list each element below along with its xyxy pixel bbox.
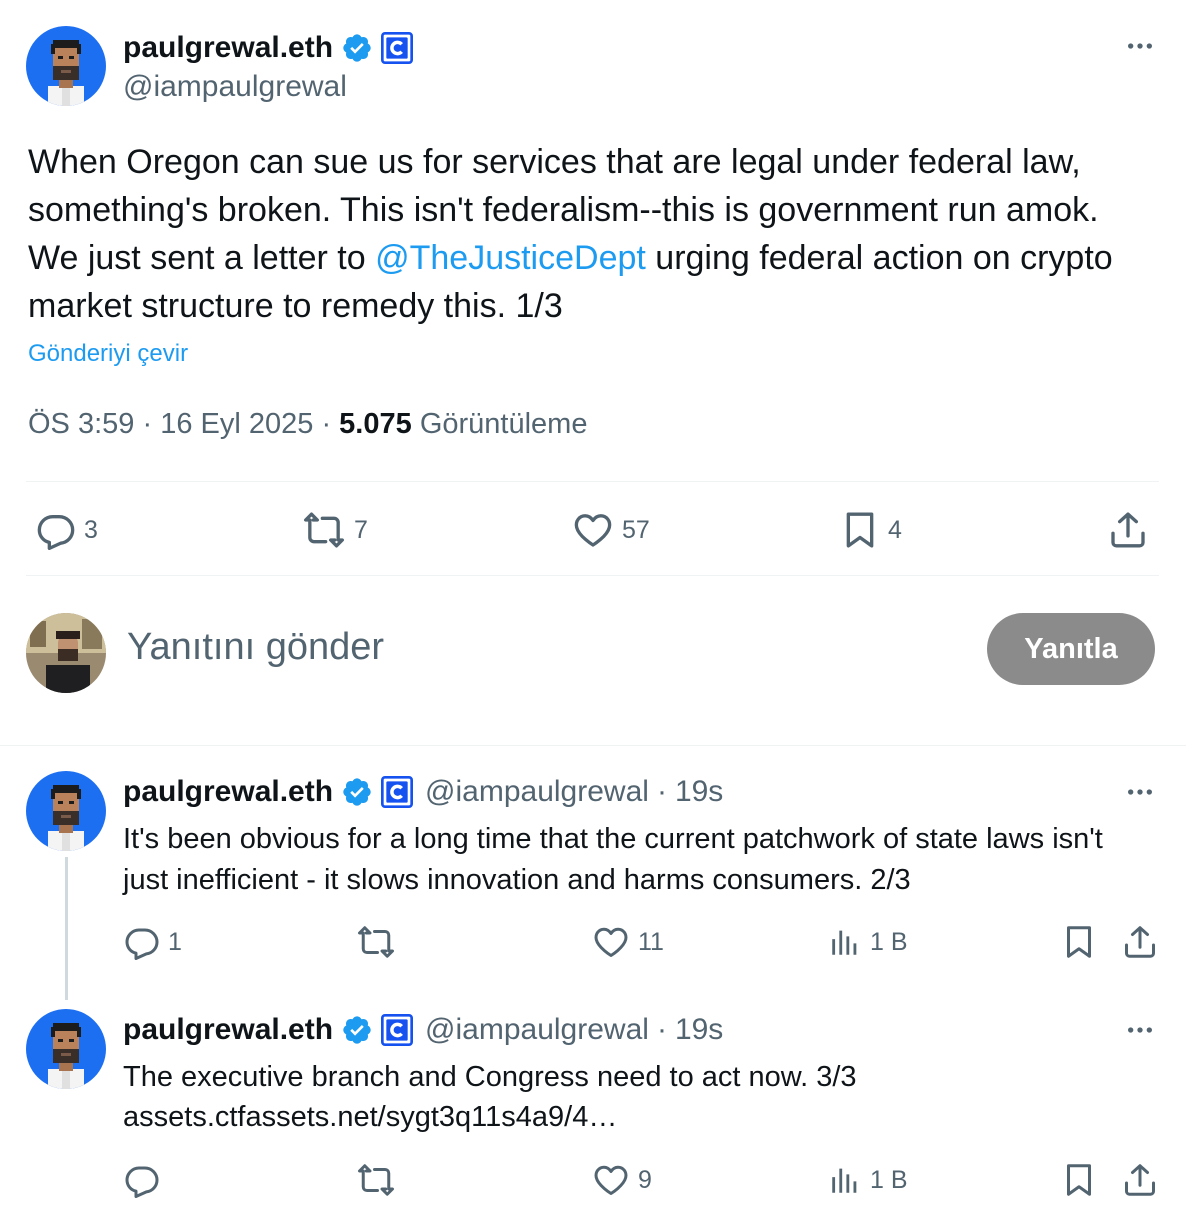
repost-icon (302, 510, 346, 550)
more-icon[interactable] (1124, 30, 1156, 67)
author-name[interactable]: paulgrewal.eth (123, 1013, 333, 1047)
external-link[interactable]: assets.ctfassets.net/sygt3q11s4a9/4… (123, 1097, 617, 1138)
views-icon (828, 1162, 862, 1198)
like-count: 57 (622, 515, 650, 544)
reply-submit-button[interactable]: Yanıtla (987, 613, 1155, 685)
divider (26, 481, 1159, 482)
author-name[interactable]: paulgrewal.eth (123, 31, 333, 65)
thread-connector-line (65, 857, 68, 1000)
repost-button[interactable]: 7 (302, 510, 368, 550)
coinbase-badge-icon[interactable] (381, 776, 413, 808)
meta-separator: · (321, 408, 332, 440)
tweet-meta: ÖS 3:59 · 16 Eyl 2025 · 5.075 Görüntülem… (28, 408, 587, 441)
author-avatar[interactable] (26, 1009, 106, 1089)
verified-badge-icon[interactable] (341, 776, 373, 808)
reply-icon (36, 510, 76, 550)
more-icon[interactable] (1124, 1014, 1156, 1051)
views-count: 1 B (870, 1165, 908, 1194)
author-name[interactable]: paulgrewal.eth (123, 775, 333, 809)
like-icon (592, 924, 630, 960)
reply-text: The executive branch and Congress need t… (123, 1061, 857, 1093)
reply-button[interactable]: 1 (124, 924, 182, 960)
verified-badge-icon[interactable] (341, 1014, 373, 1046)
handle-dot: · (656, 775, 667, 808)
meta-separator: · (142, 408, 153, 440)
reply-icon (124, 1162, 160, 1198)
bookmark-count: 4 (888, 515, 902, 544)
author-handle[interactable]: @iampaulgrewal (425, 1013, 649, 1047)
author-name-row: paulgrewal.eth (123, 28, 413, 68)
views-label: Görüntüleme (419, 408, 588, 440)
like-icon (572, 510, 614, 550)
translate-link[interactable]: Gönderiyi çevir (28, 340, 188, 368)
reply-input[interactable]: Yanıtını gönder (127, 626, 384, 669)
author-handle[interactable]: @iampaulgrewal (425, 775, 649, 809)
bookmark-icon (1061, 924, 1097, 960)
verified-badge-icon[interactable] (341, 32, 373, 64)
reply-text: It's been obvious for a long time that t… (123, 823, 1103, 896)
share-icon (1108, 510, 1148, 550)
bookmark-button[interactable] (1061, 924, 1097, 960)
repost-icon (356, 924, 396, 960)
author-name-row: paulgrewal.eth @iampaulgrewal · 19s (123, 772, 723, 812)
share-icon (1122, 924, 1158, 960)
like-button[interactable]: 9 (592, 1162, 652, 1198)
like-count: 11 (638, 927, 664, 956)
reply-button[interactable] (124, 1162, 168, 1198)
views-button[interactable]: 1 B (828, 1162, 908, 1198)
views-button[interactable]: 1 B (828, 924, 908, 960)
reply-time[interactable]: 19s (675, 1013, 723, 1047)
avatar-image (26, 1009, 106, 1089)
like-button[interactable]: 11 (592, 924, 664, 960)
tweet-text: When Oregon can sue us for services that… (28, 138, 1158, 330)
repost-button[interactable] (356, 924, 404, 960)
views-icon (828, 924, 862, 960)
author-handle[interactable]: @iampaulgrewal (123, 70, 347, 104)
bookmark-button[interactable] (1061, 1162, 1097, 1198)
views-count: 1 B (870, 927, 908, 956)
repost-icon (356, 1162, 396, 1198)
author-name-row: paulgrewal.eth @iampaulgrewal · 19s (123, 1010, 723, 1050)
like-icon (592, 1162, 630, 1198)
tweet-date[interactable]: 16 Eyl 2025 (160, 408, 313, 440)
share-button[interactable] (1122, 1162, 1158, 1198)
bookmark-icon (840, 510, 880, 550)
avatar-image (26, 771, 106, 851)
divider (0, 745, 1186, 746)
bookmark-button[interactable]: 4 (840, 510, 902, 550)
like-button[interactable]: 57 (572, 510, 650, 550)
avatar-image (26, 26, 106, 106)
share-button[interactable] (1122, 924, 1158, 960)
views-count: 5.075 (339, 408, 412, 440)
share-button[interactable] (1108, 510, 1148, 550)
more-icon[interactable] (1124, 776, 1156, 813)
reply-time[interactable]: 19s (675, 775, 723, 809)
coinbase-badge-icon[interactable] (381, 32, 413, 64)
divider (26, 575, 1159, 576)
author-avatar[interactable] (26, 771, 106, 851)
bookmark-icon (1061, 1162, 1097, 1198)
share-icon (1122, 1162, 1158, 1198)
reply-count: 1 (168, 927, 182, 956)
handle-dot: · (656, 1013, 667, 1046)
reply-count: 3 (84, 515, 98, 544)
tweet-time[interactable]: ÖS 3:59 (28, 408, 134, 440)
like-count: 9 (638, 1165, 652, 1194)
user-avatar[interactable] (26, 613, 106, 693)
repost-button[interactable] (356, 1162, 404, 1198)
coinbase-badge-icon[interactable] (381, 1014, 413, 1046)
user-photo (26, 613, 106, 693)
reply-icon (124, 924, 160, 960)
mention-link[interactable]: @TheJusticeDept (375, 239, 646, 277)
reply-button[interactable]: 3 (36, 510, 98, 550)
repost-count: 7 (354, 515, 368, 544)
author-avatar[interactable] (26, 26, 106, 106)
